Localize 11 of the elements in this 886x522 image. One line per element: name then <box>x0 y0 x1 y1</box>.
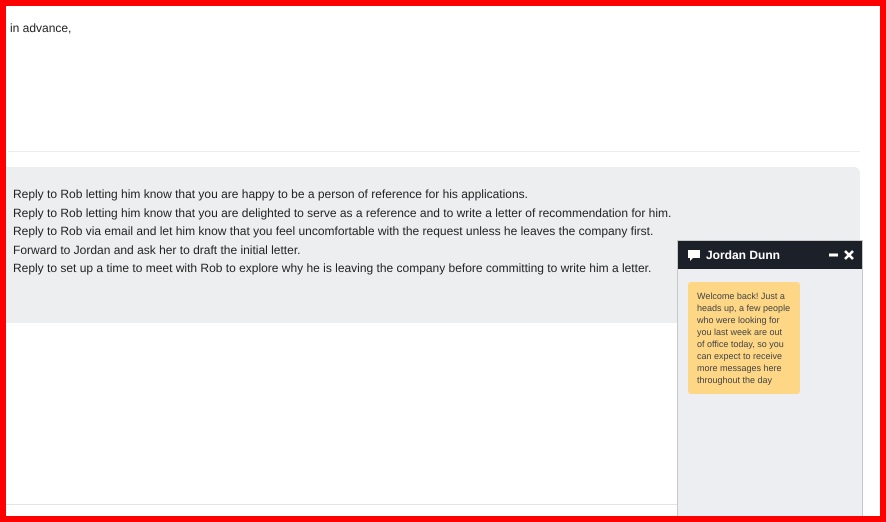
answer-option[interactable]: Reply to Rob letting him know that you are delighted to serve as a reference and to write a letter of recommendation for him. <box>13 206 672 220</box>
contact-name: Jordan Dunn <box>706 248 781 262</box>
answer-option[interactable]: Reply to Rob letting him know that you are happy to be a person of reference for his applications. <box>13 188 528 201</box>
answer-option[interactable]: Reply to Rob via email and let him know that you feel uncomfortable with the request unless he leaves the company first. <box>13 225 654 238</box>
answer-option[interactable]: Forward to Jordan and ask her to draft the initial letter. <box>13 244 300 256</box>
chat-icon <box>688 250 700 260</box>
message-bubble: Welcome back! Just a heads up, a few people who were looking for you last week are out of office today, so you can expect to receive more messages here throughout the day <box>688 282 800 394</box>
answer-option[interactable]: Reply to set up a time to meet with Rob to explore why he is leaving the company before committing to write him a letter. <box>13 262 652 275</box>
minimize-icon[interactable] <box>829 253 838 257</box>
close-icon[interactable] <box>844 250 854 260</box>
email-text: in advance, <box>10 21 72 35</box>
